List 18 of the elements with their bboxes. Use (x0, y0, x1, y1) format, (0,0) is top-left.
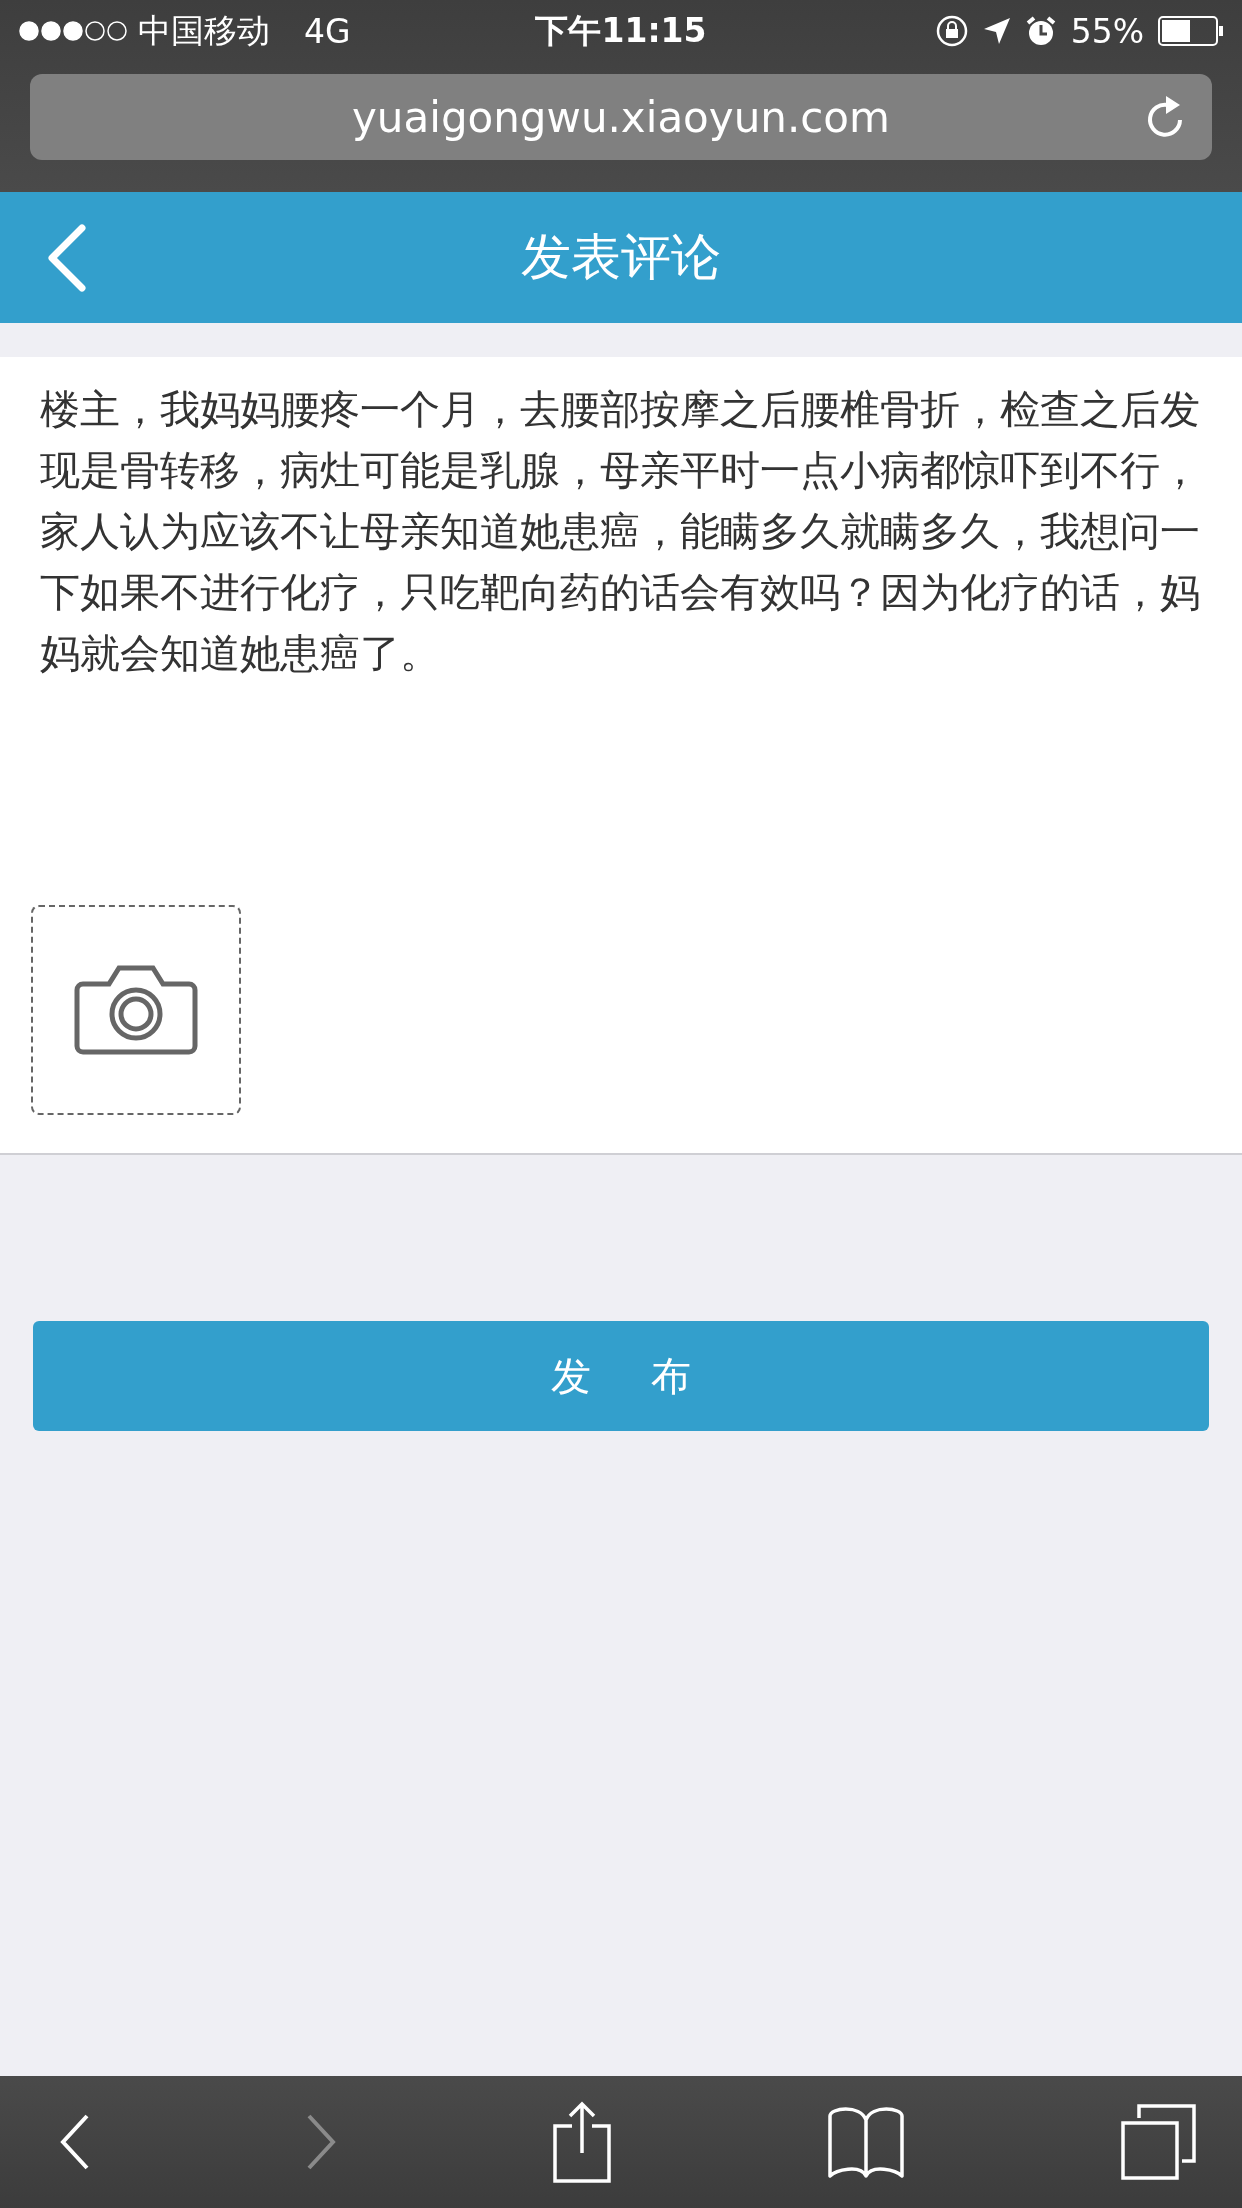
battery-percentage: 55% (1070, 11, 1144, 51)
clock-time: 下午11:15 (535, 9, 707, 52)
page-title: 发表评论 (521, 227, 721, 288)
address-bar[interactable]: yuaigongwu.xiaoyun.com (30, 74, 1212, 160)
share-icon[interactable] (551, 2101, 612, 2183)
alarm-clock-icon (1024, 15, 1057, 47)
carrier-name: 中国移动 (138, 9, 270, 52)
tabs-icon[interactable] (1121, 2104, 1197, 2180)
publish-button[interactable]: 发 布 (33, 1321, 1209, 1431)
photo-upload-button[interactable] (31, 905, 241, 1115)
location-arrow-icon (982, 17, 1011, 45)
signal-icon (18, 20, 128, 42)
url-text: yuaigongwu.xiaoyun.com (352, 92, 890, 142)
back-icon[interactable] (60, 2114, 90, 2170)
bookmarks-icon[interactable] (827, 2106, 906, 2178)
network-type: 4G (304, 11, 351, 51)
rotation-lock-icon (934, 14, 969, 48)
battery-icon (1158, 16, 1224, 46)
